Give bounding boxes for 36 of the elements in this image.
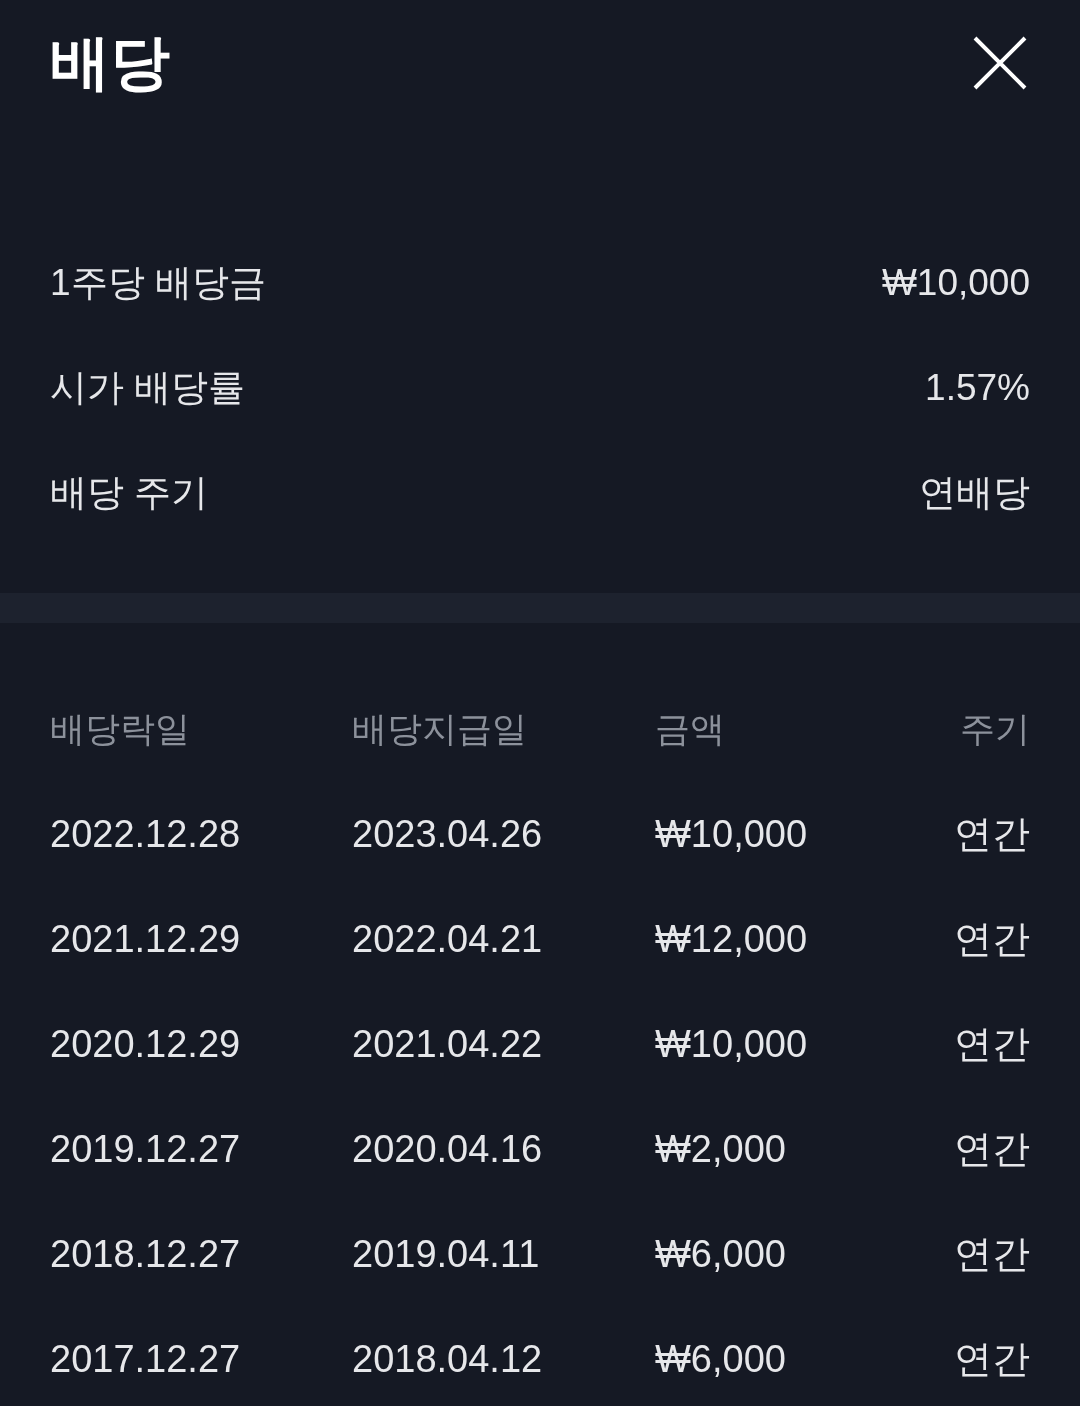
column-header: 금액 bbox=[655, 708, 726, 751]
summary-label: 배당 주기 bbox=[50, 470, 209, 515]
table-cell-text: 2022.04.21 bbox=[352, 917, 544, 962]
table-cell-text: 연간 bbox=[954, 917, 1030, 962]
page-title: 배당 bbox=[50, 27, 170, 98]
table-cell-text: 2021.12.29 bbox=[50, 917, 242, 962]
summary-label: 시가 배당률 bbox=[50, 365, 246, 410]
column-header: 배당지급일 bbox=[352, 708, 528, 751]
table-cell-text: 연간 bbox=[954, 1337, 1030, 1382]
table-cell-text: 연간 bbox=[954, 1232, 1030, 1277]
table-cell-text: 2018.12.27 bbox=[50, 1232, 242, 1277]
summary-label: 1주당 배당금 bbox=[50, 260, 266, 305]
table-cell-text: 2023.04.26 bbox=[352, 812, 544, 857]
table-cell-text: ₩10,000 bbox=[655, 812, 809, 857]
table-cell-text: 2017.12.27 bbox=[50, 1337, 242, 1382]
table-cell-text: ₩12,000 bbox=[655, 917, 809, 962]
table-cell-text: 2018.04.12 bbox=[352, 1337, 544, 1382]
column-header: 배당락일 bbox=[50, 708, 191, 751]
table-cell-text: ₩6,000 bbox=[655, 1232, 787, 1277]
table-cell-text: 2019.04.11 bbox=[352, 1232, 541, 1277]
table-cell-text: 연간 bbox=[954, 812, 1030, 857]
table-cell-text: 연간 bbox=[954, 1127, 1030, 1172]
table-cell-text: 2020.04.16 bbox=[352, 1127, 544, 1172]
table-cell-text: 2019.12.27 bbox=[50, 1127, 242, 1172]
table-cell-text: ₩6,000 bbox=[655, 1337, 787, 1382]
summary-value: ₩10,000 bbox=[881, 260, 1030, 305]
close-icon[interactable] bbox=[973, 35, 1027, 90]
table-cell-text: 연간 bbox=[954, 1022, 1030, 1067]
column-header: 주기 bbox=[960, 708, 1030, 751]
table-cell-text: ₩10,000 bbox=[655, 1022, 809, 1067]
table-cell-text: 2020.12.29 bbox=[50, 1022, 242, 1067]
summary-value: 연배당 bbox=[919, 470, 1030, 515]
table-cell-text: 2022.12.28 bbox=[50, 812, 242, 857]
table-cell-text: 2021.04.22 bbox=[352, 1022, 544, 1067]
table-cell-text: ₩2,000 bbox=[655, 1127, 787, 1172]
summary-value: 1.57% bbox=[925, 365, 1030, 410]
